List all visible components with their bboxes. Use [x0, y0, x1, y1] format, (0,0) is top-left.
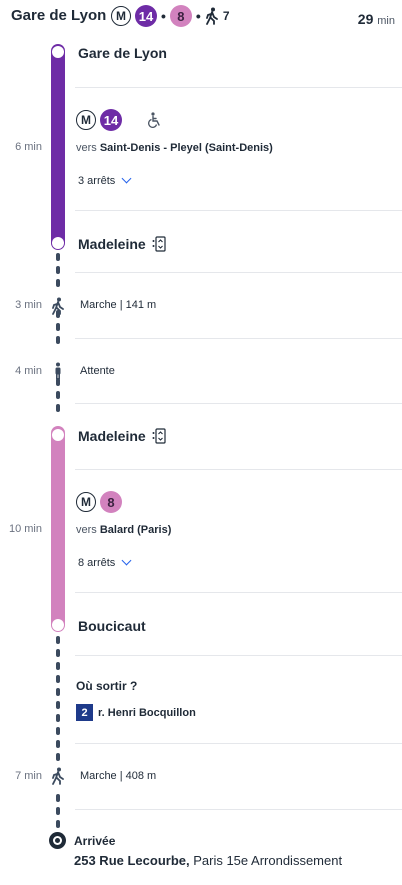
wait-label: Attente	[80, 365, 115, 377]
line-info: M 14	[76, 109, 162, 131]
exit-title: Où sortir ?	[76, 679, 138, 693]
walk-count: 7	[222, 9, 230, 23]
chevron-down-icon	[121, 173, 132, 184]
walk-label: Marche | 408 m	[80, 770, 157, 782]
divider	[75, 338, 402, 339]
elevator-icon	[152, 428, 166, 444]
stops-count: 3 arrêts	[78, 175, 116, 187]
line-8-badge: 8	[169, 5, 192, 27]
divider	[75, 655, 402, 656]
stops-toggle[interactable]: 3 arrêts	[78, 173, 132, 187]
start-stop-marker	[52, 429, 64, 441]
line-8-route-bar	[51, 426, 65, 632]
chevron-down-icon	[121, 555, 132, 566]
arrival-label: Arrivée	[74, 834, 116, 848]
divider	[75, 272, 402, 273]
destination-icon	[49, 832, 66, 849]
address-street: 253 Rue Lecourbe,	[74, 853, 190, 868]
line-14-route-bar	[51, 44, 65, 250]
walk-icon	[51, 297, 65, 320]
address-city: Paris 15e Arrondissement	[189, 853, 343, 868]
line-info: M 8	[76, 491, 122, 513]
metro-icon: M	[76, 110, 96, 130]
divider	[75, 809, 402, 810]
stop-name: Gare de Lyon	[78, 45, 167, 61]
metro-icon: M	[76, 492, 96, 512]
direction-prefix: vers	[76, 142, 100, 154]
stop-row: Madeleine	[78, 236, 166, 252]
divider	[75, 469, 402, 470]
wait-person-icon	[53, 362, 63, 385]
direction-text: vers Balard (Paris)	[76, 524, 171, 536]
end-stop-marker	[52, 619, 64, 631]
segment-duration: 7 min	[15, 770, 42, 782]
line-14-badge: 14	[100, 109, 122, 131]
direction-destination: Balard (Paris)	[99, 524, 172, 536]
stop-name: Madeleine	[78, 236, 146, 252]
duration-unit: min	[377, 15, 395, 27]
stops-toggle[interactable]: 8 arrêts	[78, 555, 132, 569]
metro-icon: M	[111, 6, 131, 26]
arrival-address: 253 Rue Lecourbe, Paris 15e Arrondisseme…	[74, 853, 342, 868]
stops-count: 8 arrêts	[78, 557, 116, 569]
segment-duration: 10 min	[8, 523, 42, 535]
stop-row: Madeleine	[78, 428, 166, 444]
separator-dot: •	[161, 8, 166, 24]
direction-destination: Saint-Denis - Pleyel (Saint-Denis)	[99, 142, 273, 154]
divider	[75, 592, 402, 593]
direction-text: vers Saint-Denis - Pleyel (Saint-Denis)	[76, 142, 273, 154]
divider	[75, 210, 402, 211]
stop-name: Boucicaut	[78, 618, 146, 634]
segment-duration: 6 min	[15, 141, 42, 153]
line-8-badge: 8	[100, 491, 122, 513]
wheelchair-icon	[148, 112, 162, 128]
exit-number-badge: 2	[76, 704, 93, 721]
stop-name: Madeleine	[78, 428, 146, 444]
duration-value: 29	[357, 11, 374, 27]
walk-icon	[51, 767, 65, 790]
end-stop-marker	[52, 237, 64, 249]
journey-origin-title: Gare de Lyon	[11, 7, 107, 24]
segment-duration: 4 min	[15, 365, 42, 377]
exit-row: 2 r. Henri Bocquillon	[76, 704, 196, 721]
separator-dot: •	[195, 8, 201, 24]
walk-label: Marche | 141 m	[80, 299, 157, 311]
elevator-icon	[152, 236, 166, 252]
divider	[75, 743, 402, 744]
start-stop-marker	[52, 46, 64, 58]
journey-duration: 29 min	[358, 11, 395, 27]
exit-street: r. Henri Bocquillon	[98, 706, 196, 719]
divider	[75, 87, 402, 88]
direction-prefix: vers	[76, 524, 100, 536]
divider	[75, 403, 402, 404]
line-14-badge: 14	[135, 5, 157, 27]
journey-summary: M 14 • 8 • 7	[111, 5, 230, 27]
walk-icon	[205, 7, 219, 25]
segment-duration: 3 min	[15, 299, 42, 311]
